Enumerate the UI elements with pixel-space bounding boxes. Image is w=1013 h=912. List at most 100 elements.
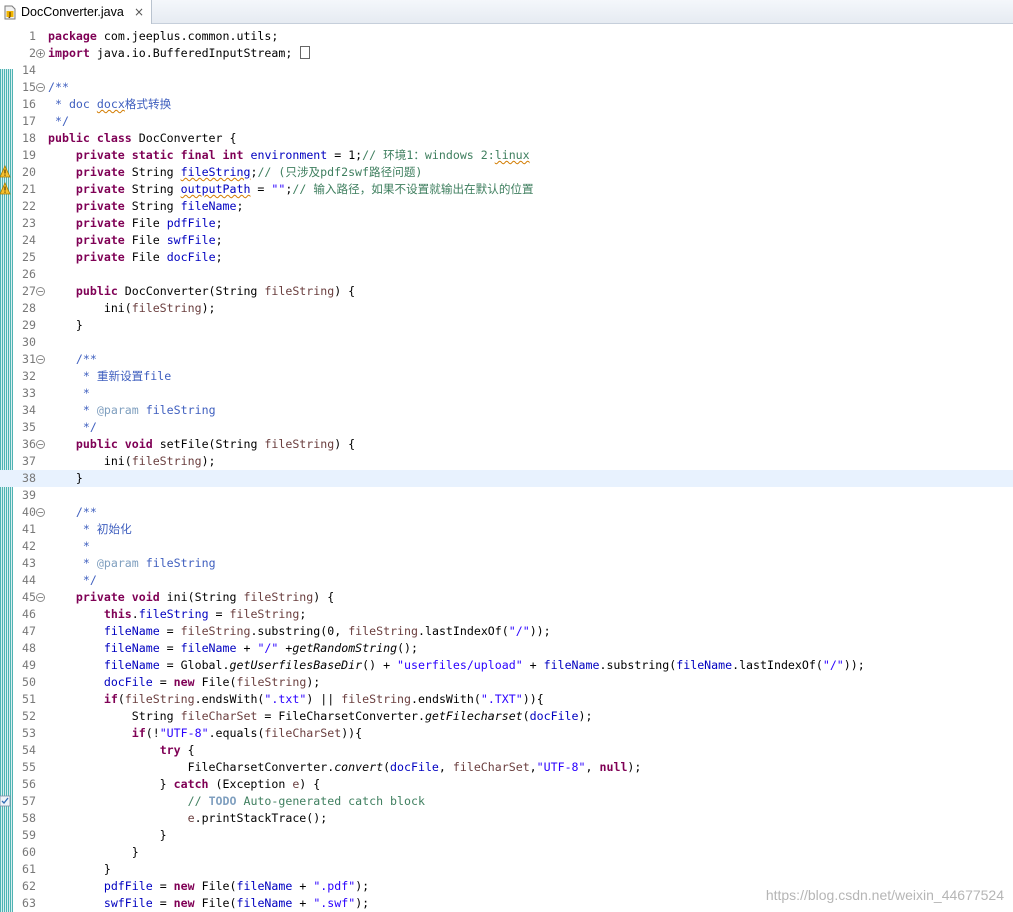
code-text[interactable]: private String fileName;: [48, 198, 244, 215]
code-text[interactable]: try {: [48, 742, 195, 759]
code-text[interactable]: * 初始化: [48, 521, 132, 538]
code-line[interactable]: 2 + import java.io.BufferedInputStream;: [0, 45, 1013, 62]
code-line[interactable]: 23 private File pdfFile;: [0, 215, 1013, 232]
code-line[interactable]: 42 *: [0, 538, 1013, 555]
code-line[interactable]: 17 */: [0, 113, 1013, 130]
code-text[interactable]: }: [48, 861, 111, 878]
code-text[interactable]: String fileCharSet = FileCharsetConverte…: [48, 708, 593, 725]
code-text[interactable]: pdfFile = new File(fileName + ".pdf");: [48, 878, 369, 895]
code-line[interactable]: 39: [0, 487, 1013, 504]
code-text[interactable]: import java.io.BufferedInputStream;: [48, 45, 311, 62]
code-line[interactable]: 30: [0, 334, 1013, 351]
code-line[interactable]: 1 package com.jeeplus.common.utils;: [0, 28, 1013, 45]
code-text[interactable]: if(!"UTF-8".equals(fileCharSet)){: [48, 725, 362, 742]
tab-docconverter-java[interactable]: J DocConverter.java ×: [0, 0, 152, 24]
code-text[interactable]: private File swfFile;: [48, 232, 223, 249]
code-text[interactable]: }: [48, 844, 139, 861]
code-text[interactable]: fileName = fileName + "/" +getRandomStri…: [48, 640, 418, 657]
code-text[interactable]: public DocConverter(String fileString) {: [48, 283, 355, 300]
code-text[interactable]: }: [48, 317, 83, 334]
code-line[interactable]: 40− /**: [0, 504, 1013, 521]
code-text[interactable]: *: [48, 538, 90, 555]
code-text[interactable]: * @param fileString: [48, 555, 216, 572]
code-line[interactable]: 26: [0, 266, 1013, 283]
code-line[interactable]: 61 }: [0, 861, 1013, 878]
code-text[interactable]: private String outputPath = "";// 输入路径，如…: [48, 181, 534, 198]
fold-expand-icon[interactable]: +: [36, 49, 45, 58]
task-marker-icon[interactable]: [0, 794, 11, 808]
code-line[interactable]: 20 private String fileString;// (只涉及pdf2…: [0, 164, 1013, 181]
code-line[interactable]: 57 // TODO Auto-generated catch block: [0, 793, 1013, 810]
collapsed-imports-marker[interactable]: [300, 46, 311, 59]
code-line[interactable]: 54 try {: [0, 742, 1013, 759]
code-line[interactable]: 47 fileName = fileString.substring(0, fi…: [0, 623, 1013, 640]
code-text[interactable]: ini(fileString);: [48, 453, 216, 470]
code-line[interactable]: 41 * 初始化: [0, 521, 1013, 538]
fold-collapse-icon[interactable]: −: [36, 508, 45, 517]
fold-collapse-icon[interactable]: −: [36, 593, 45, 602]
code-line[interactable]: 27− public DocConverter(String fileStrin…: [0, 283, 1013, 300]
code-line[interactable]: 53 if(!"UTF-8".equals(fileCharSet)){: [0, 725, 1013, 742]
code-text[interactable]: /**: [48, 504, 97, 521]
warning-marker-icon[interactable]: [0, 165, 11, 179]
code-text[interactable]: public class DocConverter {: [48, 130, 236, 147]
code-line[interactable]: 38 }: [0, 470, 1013, 487]
code-line[interactable]: 29 }: [0, 317, 1013, 334]
code-line[interactable]: 43 * @param fileString: [0, 555, 1013, 572]
code-line[interactable]: 19 private static final int environment …: [0, 147, 1013, 164]
warning-marker-icon[interactable]: [0, 182, 11, 196]
code-line[interactable]: 18 public class DocConverter {: [0, 130, 1013, 147]
code-text[interactable]: private File pdfFile;: [48, 215, 223, 232]
code-text[interactable]: * doc docx格式转换: [48, 96, 171, 113]
code-text[interactable]: private String fileString;// (只涉及pdf2swf…: [48, 164, 422, 181]
code-text[interactable]: private File docFile;: [48, 249, 223, 266]
code-text[interactable]: fileName = Global.getUserfilesBaseDir() …: [48, 657, 865, 674]
code-line[interactable]: 35 */: [0, 419, 1013, 436]
code-line[interactable]: 52 String fileCharSet = FileCharsetConve…: [0, 708, 1013, 725]
code-text[interactable]: this.fileString = fileString;: [48, 606, 306, 623]
code-line[interactable]: 16 * doc docx格式转换: [0, 96, 1013, 113]
code-text[interactable]: swfFile = new File(fileName + ".swf");: [48, 895, 369, 912]
code-line[interactable]: 28 ini(fileString);: [0, 300, 1013, 317]
code-text[interactable]: /**: [48, 79, 69, 96]
fold-collapse-icon[interactable]: −: [36, 287, 45, 296]
code-text[interactable]: if(fileString.endsWith(".txt") || fileSt…: [48, 691, 544, 708]
code-line[interactable]: 55 FileCharsetConverter.convert(docFile,…: [0, 759, 1013, 776]
code-text[interactable]: e.printStackTrace();: [48, 810, 328, 827]
code-line[interactable]: 60 }: [0, 844, 1013, 861]
code-editor[interactable]: 1 package com.jeeplus.common.utils; 2 + impo…: [0, 24, 1013, 912]
code-text[interactable]: public void setFile(String fileString) {: [48, 436, 355, 453]
code-line[interactable]: 34 * @param fileString: [0, 402, 1013, 419]
code-line[interactable]: 25 private File docFile;: [0, 249, 1013, 266]
code-line[interactable]: 36− public void setFile(String fileStrin…: [0, 436, 1013, 453]
code-text[interactable]: */: [48, 113, 69, 130]
code-line[interactable]: 51 if(fileString.endsWith(".txt") || fil…: [0, 691, 1013, 708]
fold-collapse-icon[interactable]: −: [36, 440, 45, 449]
fold-collapse-icon[interactable]: −: [36, 83, 45, 92]
code-text[interactable]: } catch (Exception e) {: [48, 776, 321, 793]
code-text[interactable]: FileCharsetConverter.convert(docFile, fi…: [48, 759, 642, 776]
code-line[interactable]: 44 */: [0, 572, 1013, 589]
code-text[interactable]: private void ini(String fileString) {: [48, 589, 334, 606]
code-line[interactable]: 46 this.fileString = fileString;: [0, 606, 1013, 623]
code-line[interactable]: 45− private void ini(String fileString) …: [0, 589, 1013, 606]
code-line[interactable]: 31− /**: [0, 351, 1013, 368]
code-line[interactable]: 37 ini(fileString);: [0, 453, 1013, 470]
code-text[interactable]: fileName = fileString.substring(0, fileS…: [48, 623, 551, 640]
code-text[interactable]: * @param fileString: [48, 402, 216, 419]
code-line[interactable]: 49 fileName = Global.getUserfilesBaseDir…: [0, 657, 1013, 674]
close-icon[interactable]: ×: [134, 5, 144, 19]
code-text[interactable]: package com.jeeplus.common.utils;: [48, 28, 278, 45]
code-line[interactable]: 50 docFile = new File(fileString);: [0, 674, 1013, 691]
code-text[interactable]: */: [48, 572, 97, 589]
code-text[interactable]: * 重新设置file: [48, 368, 171, 385]
fold-collapse-icon[interactable]: −: [36, 355, 45, 364]
code-text[interactable]: *: [48, 385, 90, 402]
code-line[interactable]: 59 }: [0, 827, 1013, 844]
code-line[interactable]: 22 private String fileName;: [0, 198, 1013, 215]
code-text[interactable]: docFile = new File(fileString);: [48, 674, 320, 691]
code-line[interactable]: 32 * 重新设置file: [0, 368, 1013, 385]
code-line[interactable]: 56 } catch (Exception e) {: [0, 776, 1013, 793]
code-text[interactable]: ini(fileString);: [48, 300, 216, 317]
code-text[interactable]: */: [48, 419, 97, 436]
